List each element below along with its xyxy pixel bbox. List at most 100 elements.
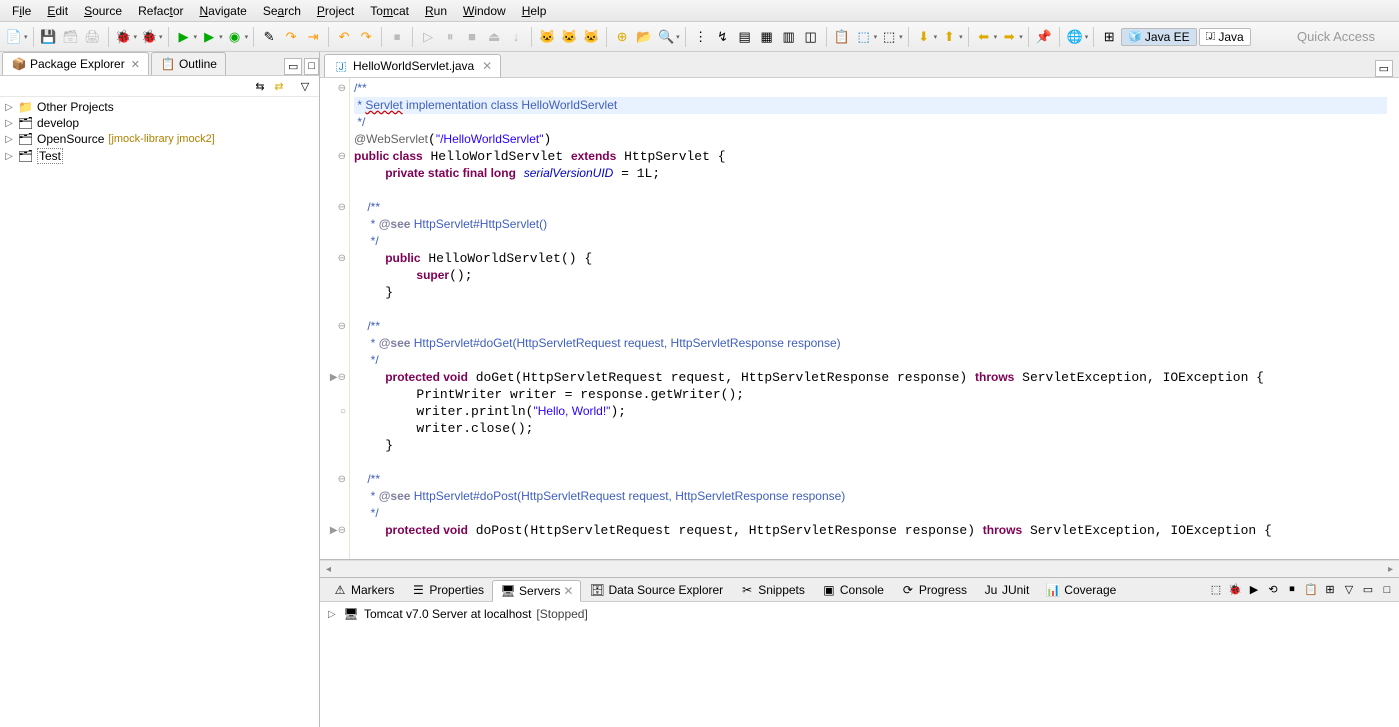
block-icon[interactable]: ▥	[779, 27, 799, 47]
toggle-icon[interactable]: ◫	[801, 27, 821, 47]
collapse-all-icon[interactable]: ⇆	[252, 78, 268, 94]
expand-icon[interactable]: ▷	[328, 609, 338, 620]
menu-help[interactable]: Help	[514, 2, 555, 20]
package-tree[interactable]: ▷📁Other Projects▷🗂develop▷🗂OpenSource [j…	[0, 97, 319, 727]
tomcat-stop-icon[interactable]: 🐱	[559, 27, 579, 47]
server-row[interactable]: ▷ 🖥 Tomcat v7.0 Server at localhost [Sto…	[320, 602, 1399, 626]
server-toolbar-btn-4[interactable]: ⏹	[1284, 582, 1300, 598]
print-button[interactable]: 🖨	[83, 27, 103, 47]
tab-outline[interactable]: 📋 Outline	[151, 52, 226, 75]
maximize-icon[interactable]: ▭	[1375, 60, 1393, 77]
quick-access[interactable]: Quick Access	[1277, 29, 1395, 44]
menu-navigate[interactable]: Navigate	[191, 2, 254, 20]
terminate-icon[interactable]: ⏹	[387, 27, 407, 47]
menu-window[interactable]: Window	[455, 2, 514, 20]
open-persp-icon[interactable]: ⊞	[1099, 27, 1119, 47]
expand-icon[interactable]: ▷	[4, 134, 14, 145]
server-toolbar-btn-7[interactable]: ▽	[1341, 582, 1357, 598]
wand-icon[interactable]: ✎	[259, 27, 279, 47]
step-icon[interactable]: ↷	[281, 27, 301, 47]
new-button[interactable]: 📄	[4, 27, 24, 47]
server-toolbar-btn-0[interactable]: ⬚	[1208, 582, 1224, 598]
editor-tab[interactable]: 🇯 HelloWorldServlet.java ✕	[324, 54, 501, 77]
debug-button[interactable]: 🐞	[114, 27, 134, 47]
bottom-tab-properties[interactable]: ☰Properties	[402, 579, 492, 601]
debug-button2[interactable]: 🐞	[139, 27, 159, 47]
expand-icon[interactable]: ▷	[4, 118, 14, 129]
resume-icon[interactable]: ▷	[418, 27, 438, 47]
server-toolbar-btn-5[interactable]: 📋	[1303, 582, 1319, 598]
menu-refactor[interactable]: Refactor	[130, 2, 191, 20]
back-icon[interactable]: ⬅	[974, 27, 994, 47]
scroll-left-icon[interactable]: ◂	[320, 561, 337, 577]
perspective-javaee[interactable]: 🧊 Java EE	[1121, 28, 1196, 46]
server-toolbar-btn-1[interactable]: 🐞	[1227, 582, 1243, 598]
fwd-icon[interactable]: ➡	[999, 27, 1019, 47]
nav-icon2[interactable]: ⬚	[854, 27, 874, 47]
tab-package-explorer[interactable]: 📦 Package Explorer ✕	[2, 52, 149, 75]
undo-icon[interactable]: ↶	[334, 27, 354, 47]
tree-item[interactable]: ▷🗂develop	[4, 115, 315, 131]
menu-edit[interactable]: Edit	[39, 2, 76, 20]
save-button[interactable]: 💾	[39, 27, 59, 47]
stop-icon[interactable]: ■	[462, 27, 482, 47]
tree-item[interactable]: ▷📁Other Projects	[4, 99, 315, 115]
overview-ruler[interactable]	[1391, 78, 1399, 559]
close-icon[interactable]: ✕	[131, 58, 140, 71]
prev-ann-icon[interactable]: ⬆	[939, 27, 959, 47]
nav-icon1[interactable]: 📋	[832, 27, 852, 47]
run-ext-button[interactable]: ▶	[199, 27, 219, 47]
whitespace-icon[interactable]: ▦	[757, 27, 777, 47]
toggle-breadcrumb-icon[interactable]: ⋮	[691, 27, 711, 47]
tree-item[interactable]: ▷🗂Test	[4, 147, 315, 165]
minimize-icon[interactable]: ▭	[284, 58, 302, 75]
expand-icon[interactable]: ▷	[4, 102, 14, 113]
next-ann-icon[interactable]: ⬇	[914, 27, 934, 47]
server-toolbar-btn-8[interactable]: ▭	[1360, 582, 1376, 598]
server-toolbar-btn-6[interactable]: ⊞	[1322, 582, 1338, 598]
pause-icon[interactable]: ⏸	[440, 27, 460, 47]
maximize-icon[interactable]: □	[304, 58, 319, 75]
mark-icon[interactable]: ↯	[713, 27, 733, 47]
perspective-java[interactable]: 🇯 Java	[1199, 28, 1251, 46]
tree-item[interactable]: ▷🗂OpenSource [jmock-library jmock2]	[4, 131, 315, 147]
disconnect-icon[interactable]: ⏏	[484, 27, 504, 47]
bottom-tab-servers[interactable]: 🖥Servers ✕	[492, 580, 581, 602]
stepinto-icon[interactable]: ↓	[506, 27, 526, 47]
scroll-right-icon[interactable]: ▸	[1382, 561, 1399, 577]
horizontal-scrollbar[interactable]: ◂ ▸	[320, 560, 1399, 577]
web-icon[interactable]: 🌐	[1065, 27, 1085, 47]
open-task-icon[interactable]: 📂	[634, 27, 654, 47]
run-button[interactable]: ▶	[174, 27, 194, 47]
menu-tomcat[interactable]: Tomcat	[362, 2, 417, 20]
expand-icon[interactable]: ▷	[4, 151, 14, 162]
bottom-tab-coverage[interactable]: 📊Coverage	[1037, 579, 1124, 601]
tomcat-start-icon[interactable]: 🐱	[537, 27, 557, 47]
editor-code[interactable]: /** * Servlet implementation class Hello…	[350, 78, 1391, 559]
coverage-button[interactable]: ◉	[225, 27, 245, 47]
editor-gutter[interactable]: ⊖⊖⊖⊖⊖▶⊖○⊖▶⊖	[320, 78, 350, 559]
close-icon[interactable]: ✕	[482, 59, 492, 73]
bottom-tab-snippets[interactable]: ✂Snippets	[731, 579, 813, 601]
bottom-tab-data-source-explorer[interactable]: 🗄Data Source Explorer	[581, 579, 731, 601]
menu-project[interactable]: Project	[309, 2, 362, 20]
server-toolbar-btn-3[interactable]: ⟲	[1265, 582, 1281, 598]
view-menu-icon[interactable]: ▽	[297, 78, 313, 94]
link-editor-icon[interactable]: ⇄	[271, 78, 287, 94]
open-type-icon[interactable]: ⊕	[612, 27, 632, 47]
menu-file[interactable]: File	[4, 2, 39, 20]
redo-icon[interactable]: ↷	[356, 27, 376, 47]
skip-icon[interactable]: ⇥	[303, 27, 323, 47]
close-icon[interactable]: ✕	[563, 584, 573, 598]
annotation-icon[interactable]: ▤	[735, 27, 755, 47]
server-toolbar-btn-2[interactable]: ▶	[1246, 582, 1262, 598]
bottom-tab-markers[interactable]: ⚠Markers	[324, 579, 402, 601]
menu-run[interactable]: Run	[417, 2, 455, 20]
bottom-tab-junit[interactable]: JuJUnit	[975, 579, 1037, 601]
tomcat-restart-icon[interactable]: 🐱	[581, 27, 601, 47]
bottom-tab-console[interactable]: ▣Console	[813, 579, 892, 601]
bottom-tab-progress[interactable]: ⟳Progress	[892, 579, 975, 601]
save-all-button[interactable]: 🗃	[61, 27, 81, 47]
server-toolbar-btn-9[interactable]: □	[1379, 582, 1395, 598]
menu-search[interactable]: Search	[255, 2, 309, 20]
